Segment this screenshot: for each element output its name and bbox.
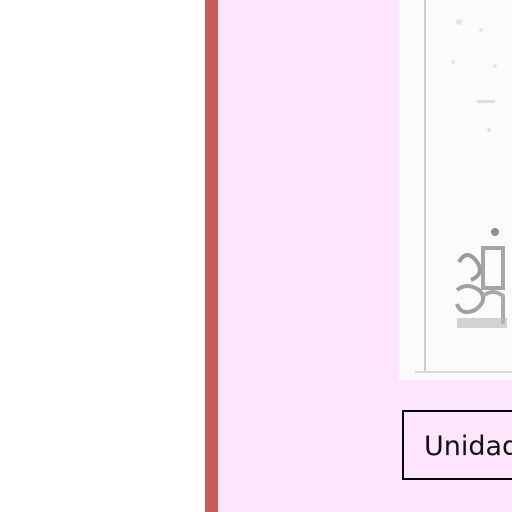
screen: Unidad <box>0 0 512 512</box>
accent-bar <box>205 0 218 512</box>
unit-button[interactable]: Unidad <box>402 410 512 480</box>
document-thumbnail[interactable] <box>399 0 512 380</box>
document-thumbnail-image <box>399 0 512 380</box>
left-empty-area <box>0 0 205 512</box>
